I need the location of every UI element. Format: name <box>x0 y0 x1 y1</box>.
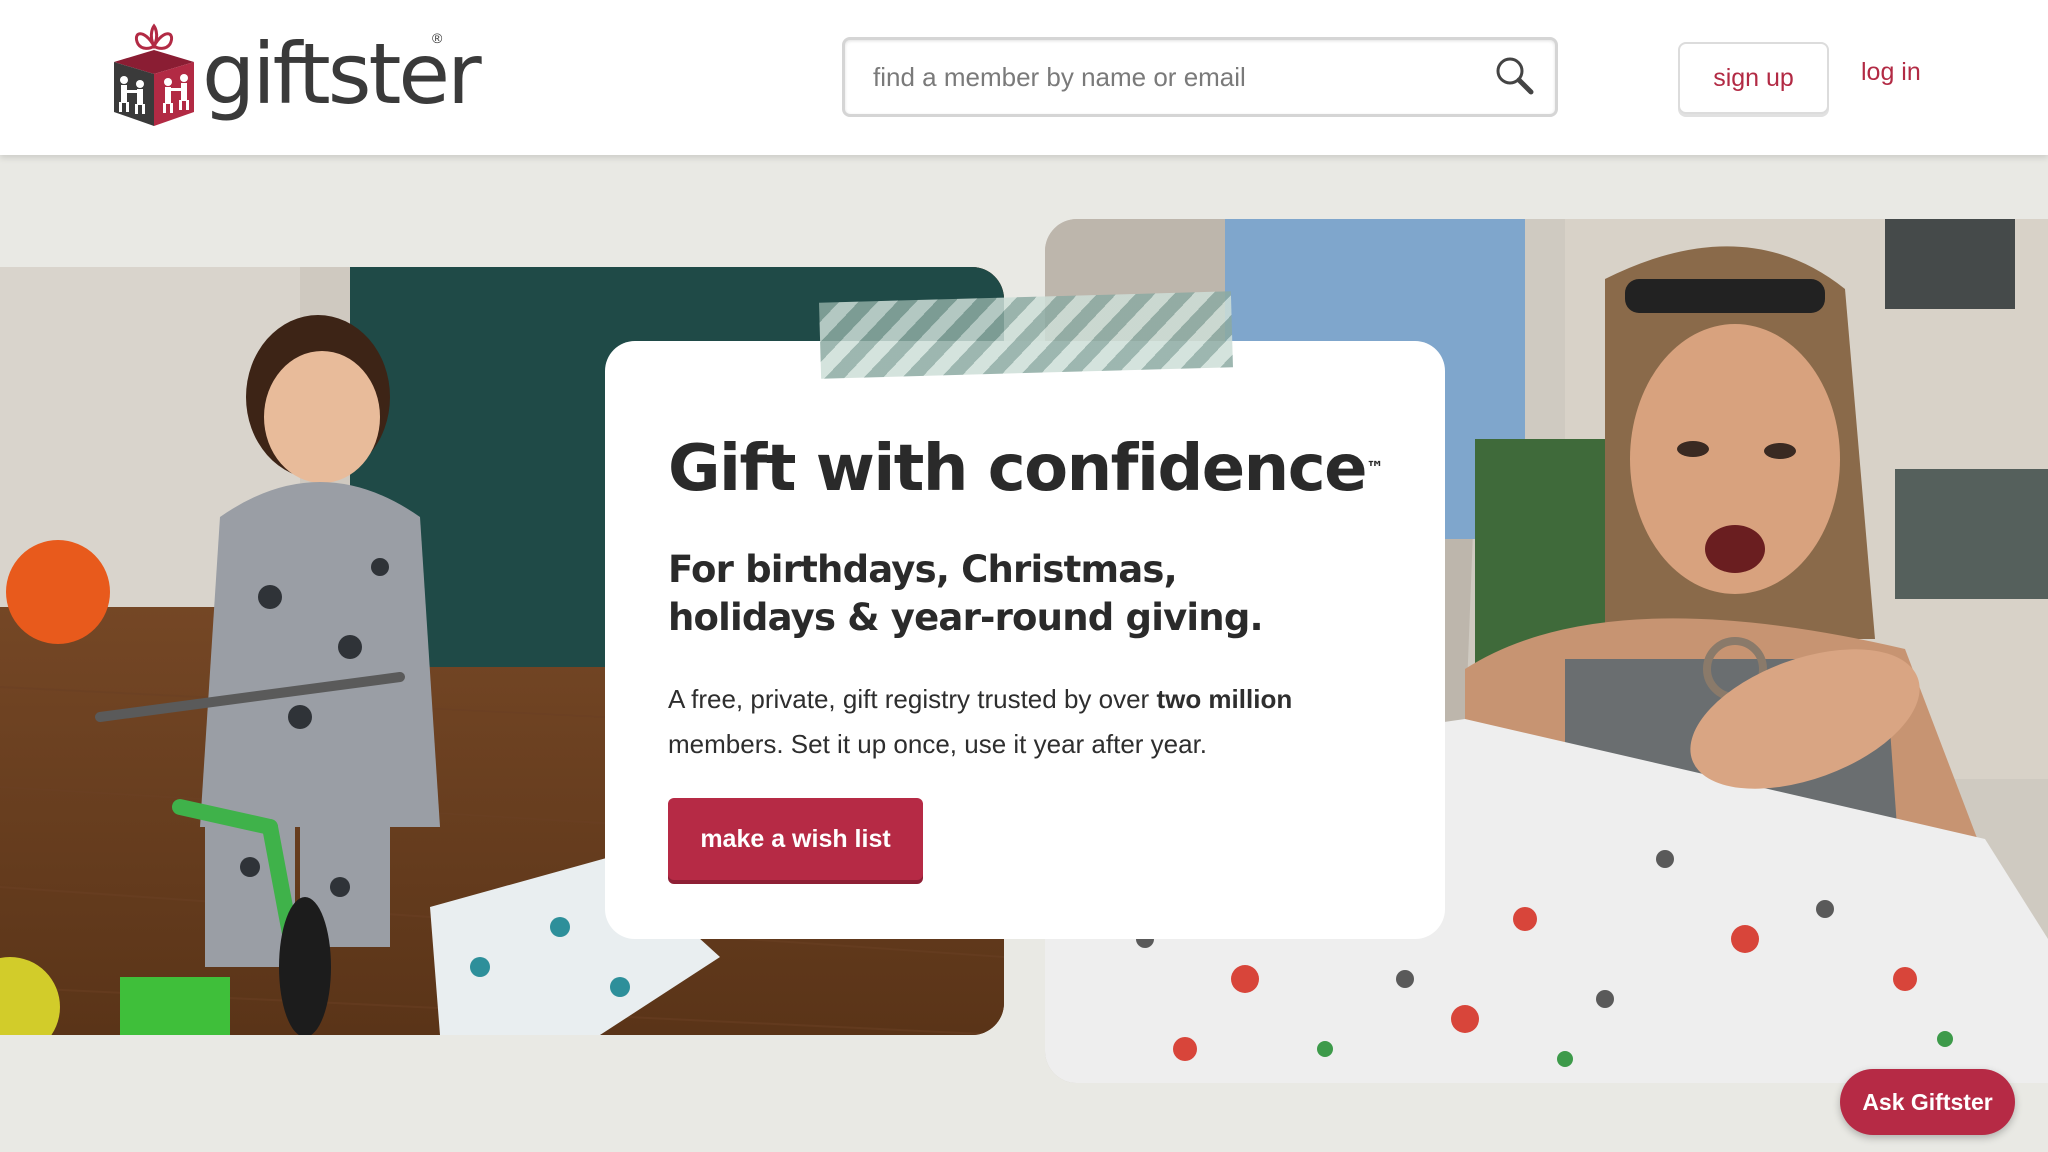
hero-headline: Gift with confidence™ <box>668 432 1384 506</box>
member-search <box>842 37 1558 117</box>
ask-giftster-chat-button[interactable]: Ask Giftster <box>1840 1069 2015 1135</box>
search-icon[interactable] <box>1493 54 1537 98</box>
hero-headline-text: Gift with confidence <box>668 432 1368 506</box>
trademark-symbol: ™ <box>1366 458 1385 479</box>
decorative-tape <box>819 291 1233 379</box>
member-search-input[interactable] <box>845 40 1465 114</box>
description-prefix: A free, private, gift registry trusted b… <box>668 684 1157 714</box>
log-in-link[interactable]: log in <box>1861 58 1921 87</box>
description-emphasis: two million <box>1156 684 1293 714</box>
make-wish-list-button[interactable]: make a wish list <box>668 798 923 880</box>
hero-subhead: For birthdays, Christmas, holidays & yea… <box>668 548 1264 639</box>
hero-description: A free, private, gift registry trusted b… <box>668 677 1368 767</box>
registered-mark: ® <box>432 30 443 46</box>
gift-box-family-logo-icon <box>110 22 198 132</box>
sign-up-button[interactable]: sign up <box>1678 42 1829 114</box>
giftster-logo[interactable]: giftster <box>110 22 482 132</box>
description-suffix: members. Set it up once, use it year aft… <box>668 729 1208 759</box>
site-header: giftster ® sign up log in <box>0 0 2048 155</box>
